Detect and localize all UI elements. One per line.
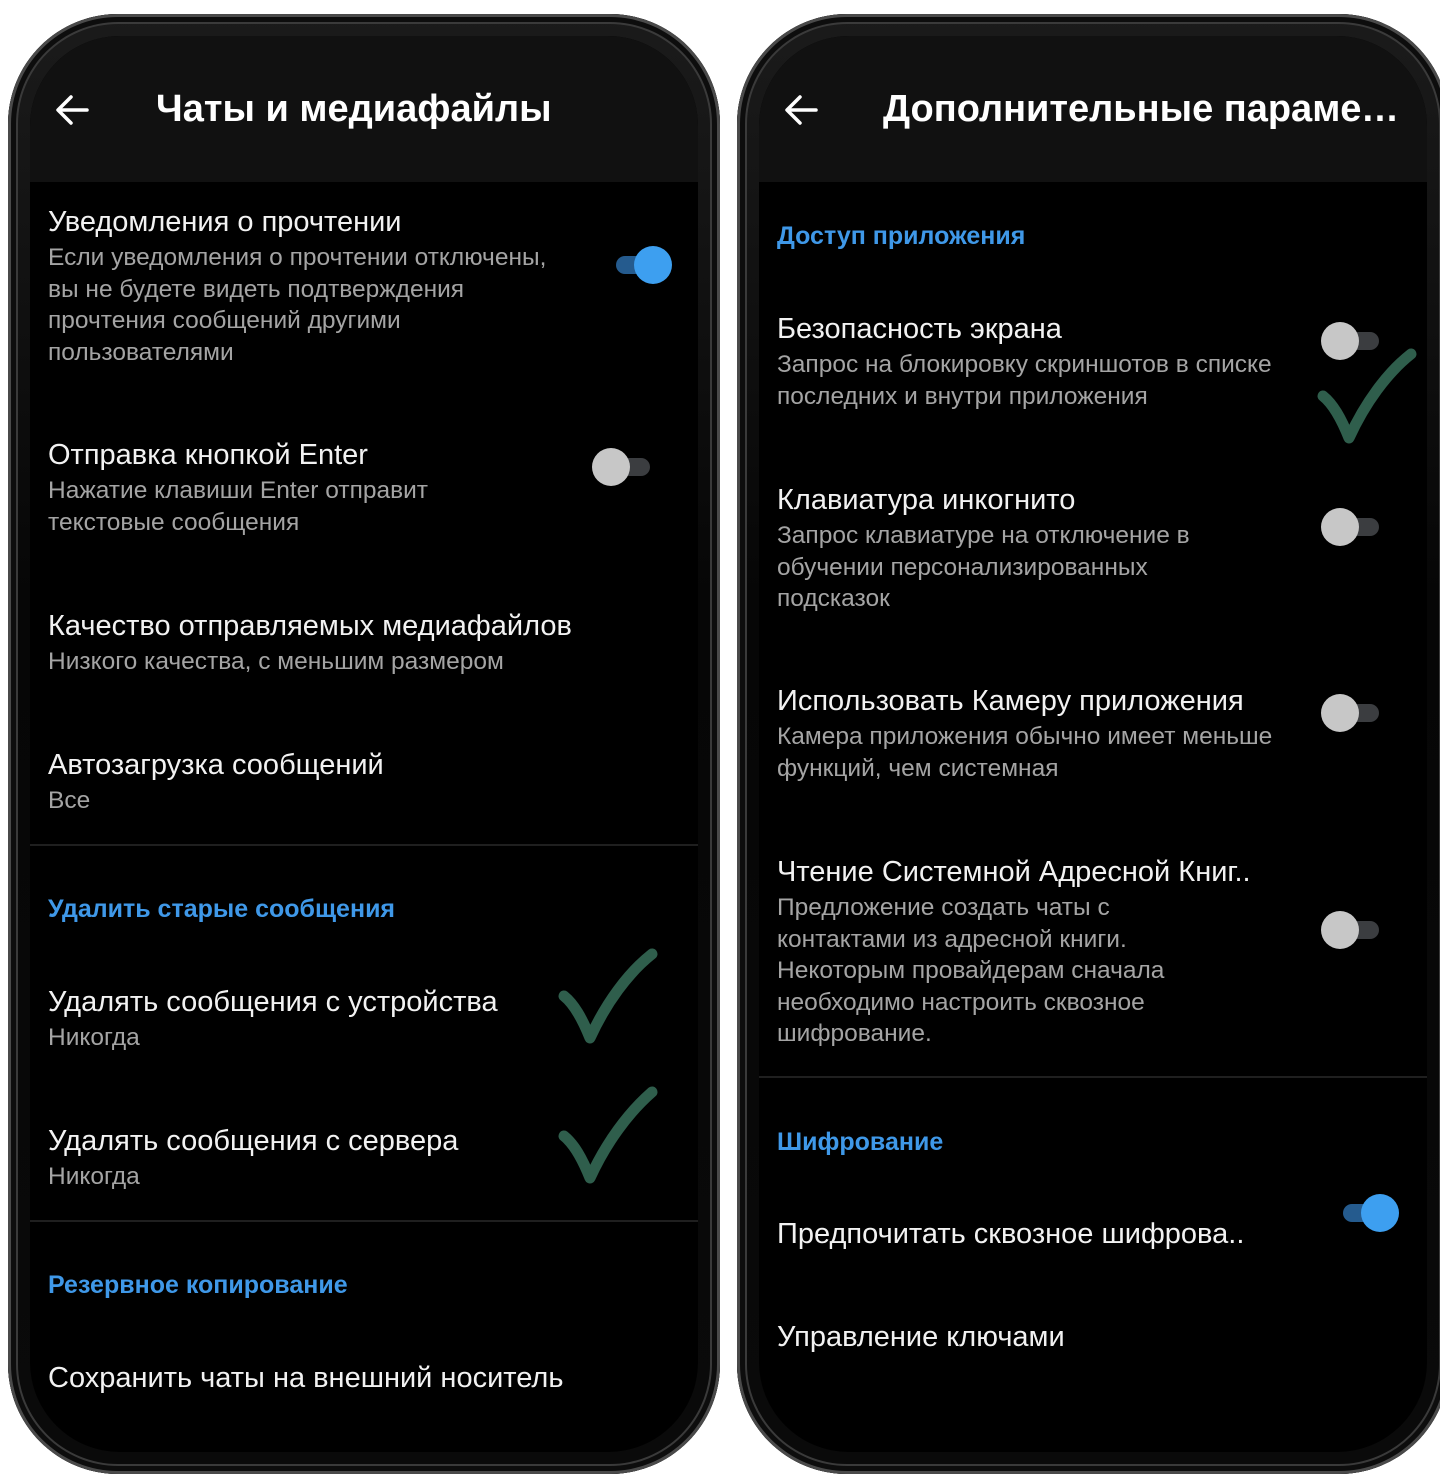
app-camera-toggle[interactable] [1321, 692, 1385, 732]
page-title: Дополнительные парамет... [883, 88, 1407, 130]
setting-screen-security[interactable]: Безопасность экрана Запрос на блокировку… [777, 311, 1317, 412]
setting-system-contacts[interactable]: Чтение Системной Адресной Книг.. Предлож… [777, 854, 1251, 1050]
phone-right: Дополнительные парамет... Доступ приложе… [737, 14, 1440, 1474]
read-receipts-toggle[interactable] [608, 244, 672, 284]
setting-title: Использовать Камеру приложения [777, 685, 1244, 717]
setting-key-management[interactable]: Управление ключами [777, 1319, 1397, 1355]
divider [759, 1076, 1427, 1078]
screen-advanced-settings: Дополнительные парамет... Доступ приложе… [759, 36, 1427, 1452]
section-delete-old: Удалить старые сообщения [48, 895, 396, 923]
setting-title: Сохранить чаты на внешний носитель [48, 1362, 564, 1394]
setting-title: Предпочитать сквозное шифрова.. [777, 1218, 1245, 1250]
arrow-left-icon[interactable] [54, 92, 90, 128]
toggle-thumb [592, 448, 630, 486]
screen-chats-media: Чаты и медиафайлы Уведомления о прочтени… [30, 36, 698, 1452]
setting-title: Автозагрузка сообщений [48, 749, 384, 781]
section-app-access: Доступ приложения [777, 222, 1026, 250]
setting-title: Чтение Системной Адресной Книг.. [777, 856, 1251, 888]
toggle-thumb [1321, 911, 1359, 949]
setting-subtitle: Запрос на блокировку скриншотов в списке… [777, 351, 1272, 410]
incognito-keyboard-toggle[interactable] [1321, 506, 1385, 546]
phone-left: Чаты и медиафайлы Уведомления о прочтени… [8, 14, 720, 1474]
setting-subtitle: Все [48, 787, 91, 814]
divider [30, 844, 698, 846]
setting-subtitle: Если уведомления о прочтении отключены, … [48, 244, 547, 366]
checkmark-icon [1317, 348, 1417, 444]
toggle-thumb [1361, 1194, 1399, 1232]
checkmark-icon [558, 1086, 658, 1184]
setting-save-external[interactable]: Сохранить чаты на внешний носитель [48, 1360, 668, 1396]
section-backup: Резервное копирование [48, 1271, 348, 1299]
setting-title: Клавиатура инкогнито [777, 484, 1076, 516]
setting-title: Качество отправляемых медиафайлов [48, 610, 572, 642]
toggle-thumb [1321, 694, 1359, 732]
setting-title: Отправка кнопкой Enter [48, 439, 368, 471]
prefer-e2e-toggle[interactable] [1335, 1192, 1399, 1232]
arrow-left-icon[interactable] [783, 92, 819, 128]
setting-auto-download[interactable]: Автозагрузка сообщений Все [48, 747, 668, 817]
toggle-thumb [1321, 508, 1359, 546]
enter-send-toggle[interactable] [592, 446, 656, 486]
page-title: Чаты и медиафайлы [156, 88, 552, 130]
setting-subtitle: Нажатие клавиши Enter отправит текстовые… [48, 477, 429, 536]
setting-subtitle: Запрос клавиатуре на отключение в обучен… [777, 522, 1190, 612]
setting-app-camera[interactable]: Использовать Камеру приложения Камера пр… [777, 683, 1287, 784]
setting-title: Безопасность экрана [777, 313, 1062, 345]
setting-incognito-keyboard[interactable]: Клавиатура инкогнито Запрос клавиатуре н… [777, 482, 1227, 615]
divider [30, 1220, 698, 1222]
app-bar: Дополнительные парамет... [759, 36, 1427, 182]
setting-title: Уведомления о прочтении [48, 206, 402, 238]
checkmark-icon [558, 948, 658, 1044]
setting-subtitle: Предложение создать чаты с контактами из… [777, 894, 1165, 1047]
setting-media-quality[interactable]: Качество отправляемых медиафайлов Низког… [48, 608, 668, 678]
section-encryption: Шифрование [777, 1128, 944, 1156]
setting-subtitle: Низкого качества, с меньшим размером [48, 648, 504, 675]
system-contacts-toggle[interactable] [1321, 909, 1385, 949]
setting-subtitle: Камера приложения обычно имеет меньше фу… [777, 723, 1273, 782]
setting-prefer-e2e[interactable]: Предпочитать сквозное шифрова.. [777, 1216, 1287, 1252]
setting-title: Управление ключами [777, 1321, 1065, 1353]
setting-read-receipts[interactable]: Уведомления о прочтении Если уведомления… [48, 204, 568, 368]
setting-enter-send[interactable]: Отправка кнопкой Enter Нажатие клавиши E… [48, 437, 498, 538]
app-bar: Чаты и медиафайлы [30, 36, 698, 182]
toggle-thumb [634, 246, 672, 284]
